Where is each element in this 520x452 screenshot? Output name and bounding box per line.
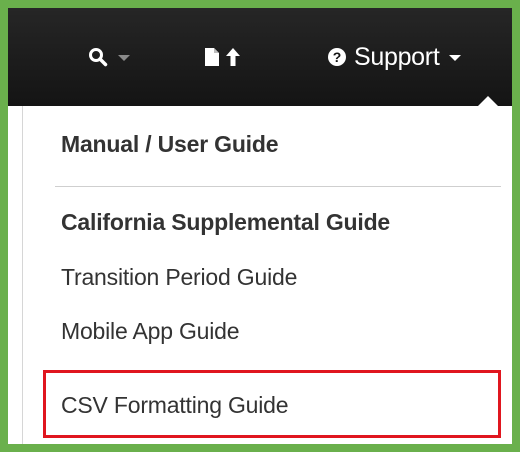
- screenshot-frame: ? Support Manual / User Guide California…: [0, 0, 520, 452]
- chevron-down-icon: [118, 55, 130, 61]
- question-circle-icon: ?: [328, 48, 346, 66]
- menu-item-manual-user-guide[interactable]: Manual / User Guide: [61, 131, 279, 158]
- support-label: Support: [354, 42, 440, 71]
- chevron-down-icon: [449, 55, 462, 61]
- support-dropdown-toggle[interactable]: ? Support: [328, 8, 462, 106]
- upload-file-button[interactable]: [204, 8, 241, 106]
- arrow-up-icon: [226, 48, 240, 66]
- search-dropdown-toggle[interactable]: [88, 8, 130, 106]
- menu-item-transition-period-guide[interactable]: Transition Period Guide: [61, 264, 297, 291]
- menu-item-mobile-app-guide[interactable]: Mobile App Guide: [61, 318, 240, 345]
- menu-divider: [55, 186, 501, 187]
- search-icon: [89, 48, 108, 67]
- support-dropdown-menu: Manual / User Guide California Supplemen…: [22, 106, 512, 444]
- highlight-box: [43, 370, 501, 438]
- top-navbar: ? Support: [8, 8, 512, 106]
- file-icon: [205, 48, 219, 66]
- menu-item-california-supplemental-guide[interactable]: California Supplemental Guide: [61, 209, 390, 236]
- file-upload-icon: [204, 47, 241, 67]
